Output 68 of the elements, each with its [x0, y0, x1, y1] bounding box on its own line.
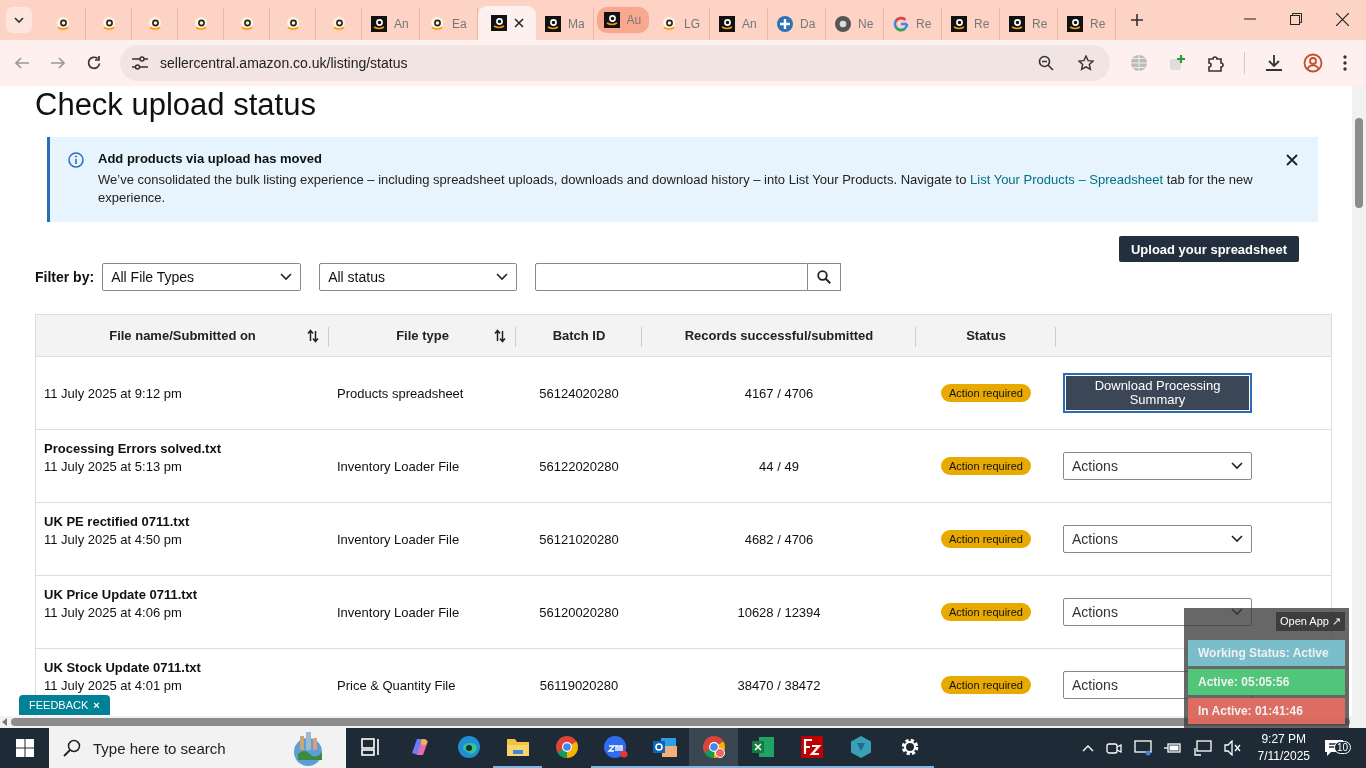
file-type-cell: Inventory Loader File — [337, 531, 460, 547]
submitted-date: 11 July 2025 at 4:06 pm — [44, 604, 182, 620]
status-badge: Action required — [941, 457, 1031, 475]
records-cell: 10628 / 12394 — [737, 604, 821, 620]
batch-id-cell: 56119020280 — [539, 677, 619, 693]
status-dropdown[interactable]: All status — [319, 263, 518, 291]
page-title: Check upload status — [35, 87, 317, 123]
status-badge: Action required — [941, 603, 1031, 621]
tab-title: Re — [1090, 17, 1106, 31]
column-header: Records successful/submitted — [684, 328, 874, 343]
file-name: Processing Errors solved.txt — [44, 440, 221, 456]
batch-id-cell: 56121020280 — [539, 531, 619, 547]
sortable-column-header[interactable]: File type — [329, 315, 516, 356]
banner-title: Add products via upload has moved — [98, 151, 323, 166]
records-cell: 4682 / 4706 — [744, 531, 814, 547]
records-cell: 4167 / 4706 — [744, 385, 814, 401]
actions-dropdown[interactable]: Actions — [1063, 525, 1252, 553]
status-row: In Active: 01:41:46 — [1188, 698, 1345, 724]
tab-title: An — [394, 17, 410, 31]
upload-button[interactable]: Upload your spreadsheet — [1118, 236, 1299, 262]
column-header: Status — [966, 328, 1006, 343]
tab-title: Da — [800, 17, 816, 31]
feedback-tab[interactable]: FEEDBACK × — [19, 695, 110, 715]
batch-id-cell: 56122020280 — [539, 458, 619, 474]
file-type-cell: Products spreadsheet — [337, 385, 464, 401]
open-app-button[interactable]: Open App ↗ — [1276, 612, 1345, 631]
actions-dropdown[interactable]: Actions — [1063, 452, 1252, 480]
file-name: UK PE rectified 0711.txt — [44, 513, 190, 529]
batch-id-cell: 56120020280 — [539, 604, 619, 620]
tab-title: Ne — [858, 17, 874, 31]
status-badge: Action required — [941, 676, 1031, 694]
filter-label: Filter by: — [35, 269, 95, 285]
records-cell: 44 / 49 — [759, 458, 799, 474]
download-summary-button[interactable]: Download Processing Summary — [1063, 373, 1252, 413]
banner-text: We’ve consolidated the bulk listing experience – including spreadsheet uploads, downloads and download history – into List Your Products. Navigate to List Your Products – Spreadsheet tab for the new experience. — [98, 171, 1254, 207]
submitted-date: 11 July 2025 at 5:13 pm — [44, 458, 182, 474]
tab-title: Re — [1032, 17, 1048, 31]
tab-title: Re — [974, 17, 990, 31]
file-type-dropdown[interactable]: All File Types — [102, 263, 302, 291]
notification-count: 10 — [1334, 741, 1352, 754]
file-type-cell: Inventory Loader File — [337, 604, 460, 620]
spreadsheet-link[interactable]: List Your Products – Spreadsheet — [970, 172, 1163, 187]
file-name: UK Price Update 0711.txt — [44, 586, 198, 602]
status-row: Active: 05:05:56 — [1188, 669, 1345, 695]
file-name: UK Stock Update 0711.txt — [44, 659, 201, 675]
status-badge: Action required — [941, 530, 1031, 548]
file-type-cell: Inventory Loader File — [337, 458, 460, 474]
url-text: sellercentral.amazon.co.uk/listing/status — [160, 55, 408, 71]
tab-title: Au — [626, 13, 643, 27]
status-badge: Action required — [941, 384, 1031, 402]
file-type-cell: Price & Quantity File — [337, 677, 456, 693]
tab-title: An — [742, 17, 758, 31]
tab-title: LG — [684, 17, 700, 31]
tab-title: Re — [916, 17, 932, 31]
clock-time[interactable]: 9:27 PM — [1261, 731, 1307, 748]
tab-title: Ma — [568, 17, 584, 31]
status-row: Working Status: Active — [1188, 640, 1345, 666]
clock-date[interactable]: 7/11/2025 — [1257, 748, 1310, 765]
tab-title: Ea — [452, 17, 468, 31]
submitted-date: 11 July 2025 at 9:12 pm — [44, 385, 182, 401]
column-header: Batch ID — [552, 328, 606, 343]
sortable-column-header[interactable]: File name/Submitted on — [36, 315, 329, 356]
address-bar[interactable]: sellercentral.amazon.co.uk/listing/status — [120, 45, 1110, 81]
batch-id-cell: 56124020280 — [539, 385, 619, 401]
records-cell: 38470 / 38472 — [737, 677, 821, 693]
submitted-date: 11 July 2025 at 4:01 pm — [44, 677, 182, 693]
taskbar-search-field[interactable]: Type here to search — [49, 728, 346, 768]
submitted-date: 11 July 2025 at 4:50 pm — [44, 531, 182, 547]
